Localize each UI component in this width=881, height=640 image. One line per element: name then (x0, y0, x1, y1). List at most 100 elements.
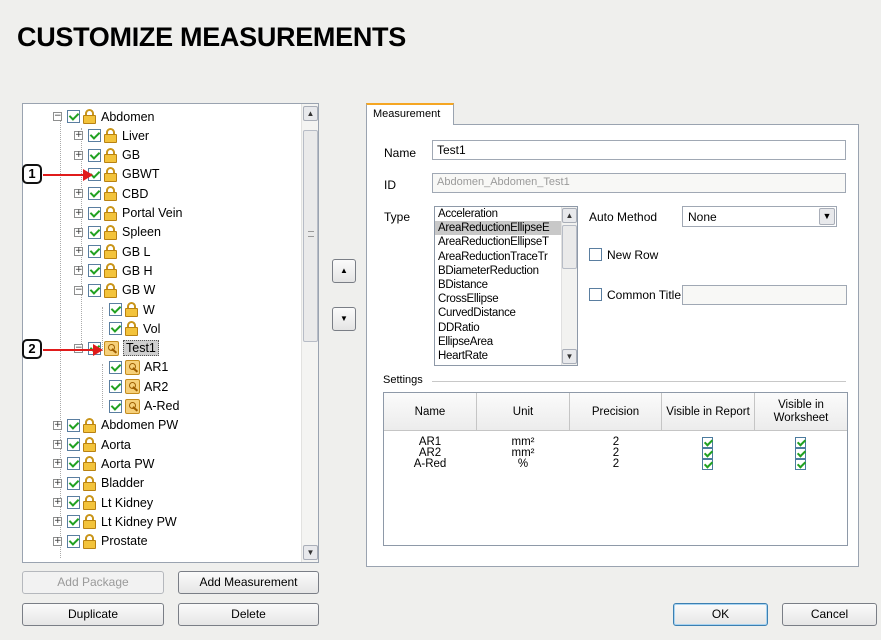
tree-item-bladder[interactable]: + Bladder (53, 474, 144, 493)
expand-icon[interactable]: + (74, 208, 83, 218)
type-option[interactable]: BDiameterReduction (435, 264, 577, 278)
add-package-button[interactable]: Add Package (22, 571, 164, 594)
type-option[interactable]: CrossEllipse (435, 292, 577, 306)
expand-icon[interactable]: + (53, 420, 62, 430)
tree-item-lt-kidney[interactable]: + Lt Kidney (53, 493, 153, 512)
expand-icon[interactable]: + (53, 459, 62, 469)
tree-item-gb-l[interactable]: + GB L (74, 242, 151, 261)
collapse-icon[interactable]: − (74, 285, 83, 295)
visibility-checkbox[interactable] (109, 322, 122, 336)
type-option[interactable]: DDRatio (435, 321, 577, 335)
type-option[interactable]: AreaReductionTraceTr (435, 250, 577, 264)
duplicate-button[interactable]: Duplicate (22, 603, 164, 626)
tree-item-a-red[interactable]: A-Red (95, 397, 179, 416)
visibility-checkbox[interactable] (67, 110, 80, 123)
visibility-checkbox[interactable] (67, 496, 80, 509)
expand-icon[interactable]: + (53, 498, 62, 507)
settings-grid[interactable]: Name Unit Precision Visible in Report Vi… (383, 392, 848, 546)
expand-icon[interactable]: + (53, 478, 62, 488)
tree-item-ar1[interactable]: AR1 (95, 358, 168, 377)
settings-visible-worksheet-checkbox[interactable] (795, 437, 806, 448)
tree-item-liver[interactable]: + Liver (74, 126, 149, 145)
tree-item-prostate[interactable]: + Prostate (53, 532, 148, 551)
type-option[interactable]: AreaReductionEllipseT (435, 235, 577, 249)
type-option[interactable]: Acceleration (435, 207, 577, 221)
type-option[interactable]: CurvedDistance (435, 306, 577, 320)
tree-item-gb-h[interactable]: + GB H (74, 261, 153, 280)
tree-item-ar2[interactable]: AR2 (95, 377, 168, 396)
settings-visible-report-checkbox[interactable] (702, 448, 713, 459)
tree-scrollbar[interactable]: ▲ ▼ (301, 104, 318, 562)
scroll-up-icon[interactable]: ▲ (303, 106, 318, 121)
visibility-checkbox[interactable] (88, 148, 101, 162)
name-field[interactable]: Test1 (432, 140, 846, 160)
visibility-checkbox[interactable] (88, 187, 101, 201)
tree-item-lt-kidney-pw[interactable]: + Lt Kidney PW (53, 512, 177, 531)
tree-item-w[interactable]: W (95, 300, 155, 319)
visibility-checkbox[interactable] (88, 245, 101, 259)
type-scroll-thumb[interactable] (562, 225, 577, 269)
scroll-thumb[interactable] (303, 130, 318, 342)
visibility-checkbox[interactable] (67, 534, 80, 548)
visibility-checkbox[interactable] (109, 380, 122, 394)
expand-icon[interactable]: + (53, 517, 62, 527)
collapse-icon[interactable]: − (53, 112, 62, 121)
expand-icon[interactable]: + (53, 440, 62, 450)
col-header-name[interactable]: Name (384, 393, 477, 431)
expand-icon[interactable]: + (53, 536, 62, 546)
expand-icon[interactable]: + (74, 247, 83, 257)
tree-item-vol[interactable]: Vol (95, 319, 160, 338)
type-option[interactable]: EllipseArea (435, 335, 577, 349)
new-row-checkbox[interactable] (589, 248, 602, 261)
measurement-tree[interactable]: − Abdomen + Liver + GB GBWT + CBD + Portal Vein + Sp… (22, 103, 319, 563)
tree-item-gb-w[interactable]: − GB W (74, 281, 155, 300)
expand-icon[interactable]: + (74, 189, 83, 199)
expand-icon[interactable]: + (74, 131, 83, 141)
visibility-checkbox[interactable] (67, 418, 80, 432)
tree-item-gb[interactable]: + GB (74, 146, 140, 165)
visibility-checkbox[interactable] (67, 476, 80, 490)
type-option[interactable]: BDistance (435, 278, 577, 292)
expand-icon[interactable]: + (74, 266, 83, 276)
visibility-checkbox[interactable] (88, 264, 101, 278)
type-option[interactable]: HeartRate (435, 349, 577, 363)
visibility-checkbox[interactable] (109, 399, 122, 413)
visibility-checkbox[interactable] (67, 438, 80, 452)
move-down-button[interactable]: ▼ (332, 307, 356, 331)
expand-icon[interactable]: + (74, 150, 83, 160)
col-header-visible-worksheet[interactable]: Visible in Worksheet (755, 393, 847, 431)
visibility-checkbox[interactable] (88, 225, 101, 239)
col-header-unit[interactable]: Unit (477, 393, 570, 431)
move-up-button[interactable]: ▲ (332, 259, 356, 283)
cancel-button[interactable]: Cancel (782, 603, 877, 626)
type-option[interactable]: AreaReductionEllipseE (435, 221, 577, 236)
settings-visible-report-checkbox[interactable] (702, 437, 713, 448)
visibility-checkbox[interactable] (88, 206, 101, 220)
settings-visible-report-checkbox[interactable] (702, 459, 713, 470)
tree-item-abdomen[interactable]: − Abdomen (53, 107, 155, 126)
chevron-down-icon[interactable]: ▼ (819, 208, 835, 225)
visibility-checkbox[interactable] (109, 360, 122, 374)
add-measurement-button[interactable]: Add Measurement (178, 571, 319, 594)
tree-item-cbd[interactable]: + CBD (74, 184, 148, 203)
tab-measurement[interactable]: Measurement (366, 103, 454, 125)
settings-visible-worksheet-checkbox[interactable] (795, 448, 806, 459)
type-scrollbar[interactable]: ▲ ▼ (561, 207, 577, 365)
common-title-checkbox[interactable] (589, 288, 602, 301)
settings-visible-worksheet-checkbox[interactable] (795, 459, 806, 470)
col-header-precision[interactable]: Precision (570, 393, 662, 431)
visibility-checkbox[interactable] (109, 303, 122, 316)
visibility-checkbox[interactable] (88, 129, 101, 143)
visibility-checkbox[interactable] (67, 457, 80, 471)
tree-item-portal-vein[interactable]: + Portal Vein (74, 204, 182, 223)
expand-icon[interactable]: + (74, 227, 83, 237)
delete-button[interactable]: Delete (178, 603, 319, 626)
tree-item-aorta[interactable]: + Aorta (53, 435, 131, 454)
tree-item-aorta-pw[interactable]: + Aorta PW (53, 454, 155, 473)
type-listbox[interactable]: Acceleration AreaReductionEllipseE AreaRed… (434, 206, 578, 366)
tree-item-spleen[interactable]: + Spleen (74, 223, 161, 242)
visibility-checkbox[interactable] (88, 283, 101, 297)
type-scroll-up-icon[interactable]: ▲ (562, 208, 577, 223)
auto-method-select[interactable]: None ▼ (682, 206, 837, 227)
col-header-visible-report[interactable]: Visible in Report (662, 393, 755, 431)
